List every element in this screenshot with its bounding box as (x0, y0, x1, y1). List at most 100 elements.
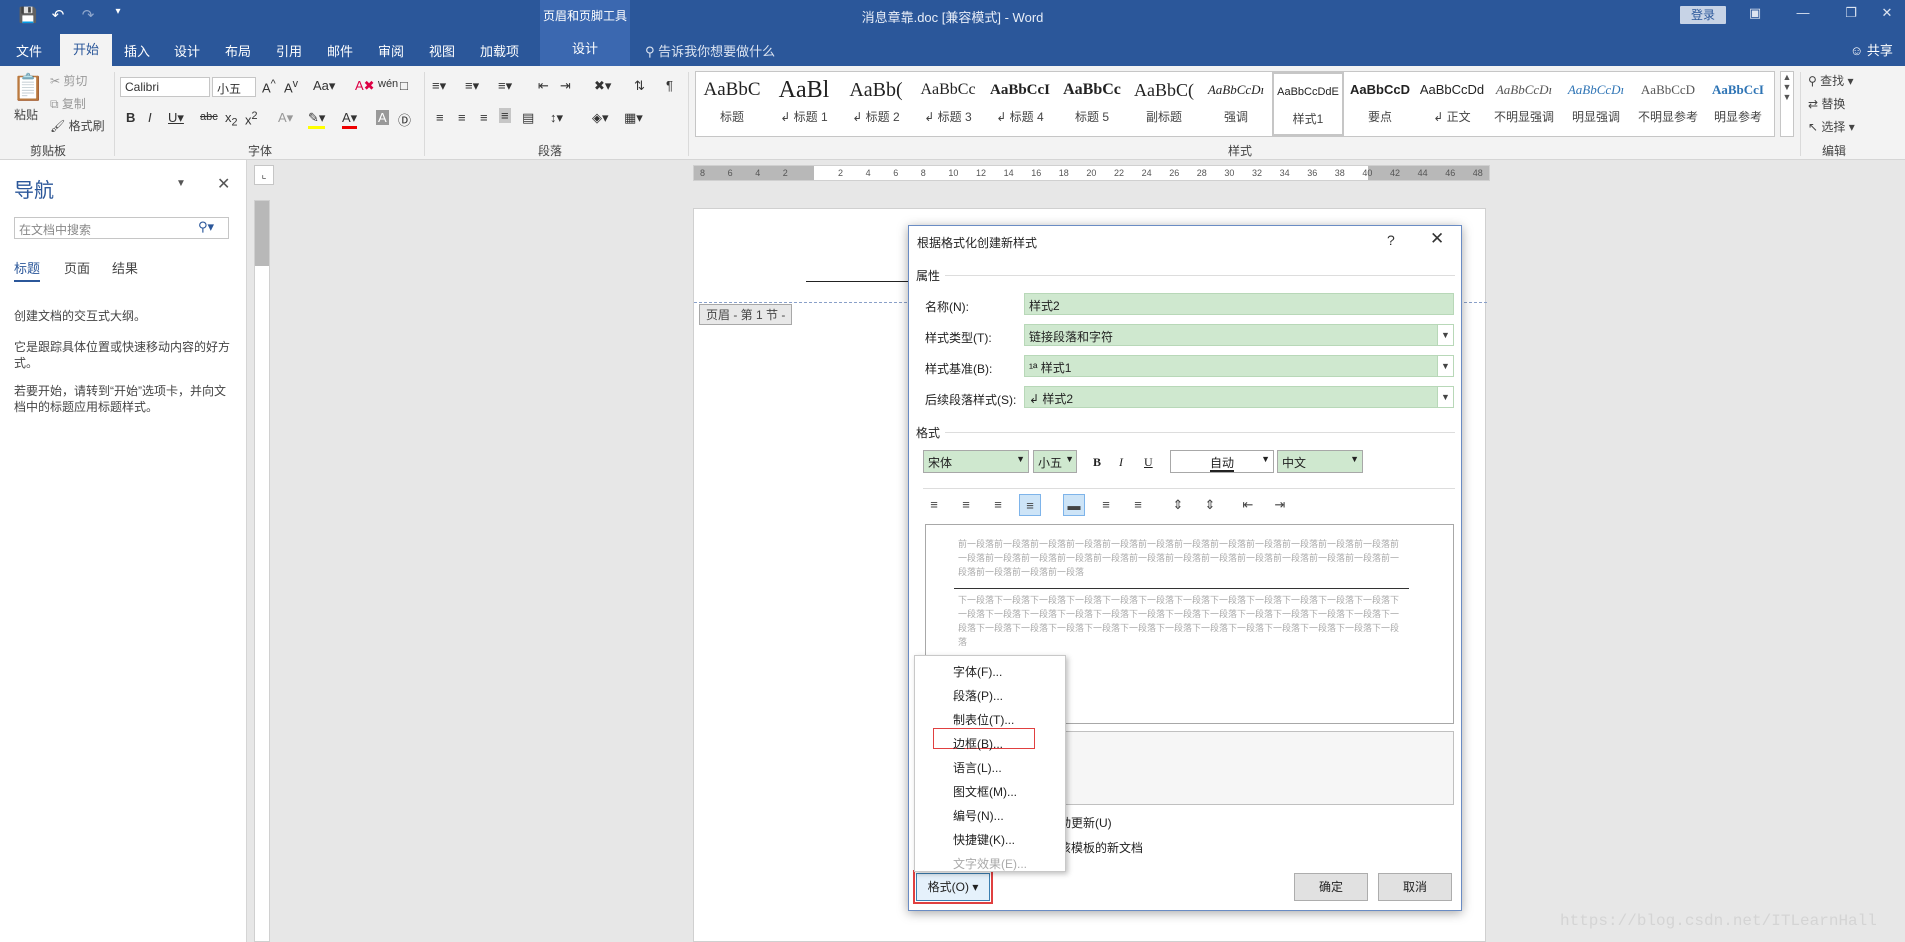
align-center-icon[interactable]: ≡ (458, 110, 466, 125)
font-size-select[interactable]: 小五 ▼ (1033, 450, 1077, 473)
menu-item-border[interactable]: 边框(B)... (953, 735, 1003, 752)
italic-icon[interactable]: I (148, 110, 152, 125)
superscript-icon[interactable]: x2 (245, 110, 258, 127)
borders-icon[interactable]: ▦▾ (624, 110, 643, 126)
menu-item-font[interactable]: 字体(F)... (953, 663, 1002, 680)
paste-label[interactable]: 粘贴 (14, 106, 38, 123)
increase-indent-icon[interactable]: ⇥ (560, 78, 571, 94)
italic-button[interactable]: I (1119, 455, 1123, 470)
style-item[interactable]: AaBbCc 标题 5 (1056, 72, 1128, 136)
tab-view[interactable]: 视图 (429, 41, 455, 60)
decrease-indent-icon[interactable]: ⇤ (1237, 494, 1259, 516)
chevron-down-icon[interactable]: ▼ (1437, 356, 1453, 376)
highlight-icon[interactable]: ✎▾ (308, 110, 326, 129)
tab-home[interactable]: 开始 (60, 34, 113, 66)
select-button[interactable]: ↖ 选择 ▾ (1808, 118, 1855, 135)
font-size-combo[interactable]: 小五 (212, 77, 256, 97)
justify-icon[interactable]: ≡ (499, 108, 511, 123)
ribbon-display-options-icon[interactable]: ▣ (1740, 5, 1770, 21)
clear-formatting-icon[interactable]: A✖ (355, 78, 375, 94)
decrease-spacing-icon[interactable]: ⇕ (1199, 494, 1221, 516)
style-type-select[interactable]: 链接段落和字符 ▼ (1024, 324, 1454, 346)
paste-icon[interactable]: 📋 (12, 72, 44, 103)
nav-search-input[interactable]: 在文档中搜索 (14, 217, 229, 239)
font-color-icon[interactable]: A▾ (342, 110, 358, 129)
tab-insert[interactable]: 插入 (124, 41, 150, 60)
nav-options-icon[interactable]: ▼ (176, 178, 186, 189)
cancel-button[interactable]: 取消 (1378, 873, 1452, 901)
close-icon[interactable]: ✕ (1430, 229, 1444, 249)
save-icon[interactable]: 💾 (18, 6, 38, 24)
show-marks-icon[interactable]: ¶ (666, 78, 673, 93)
align-center-icon[interactable]: ≡ (955, 494, 977, 516)
tab-layout[interactable]: 布局 (225, 41, 251, 60)
help-icon[interactable]: ? (1387, 232, 1395, 248)
ok-button[interactable]: 确定 (1294, 873, 1368, 901)
shrink-font-icon[interactable]: Av (284, 78, 298, 95)
justify-icon[interactable]: ≡ (1019, 494, 1041, 516)
chevron-down-icon[interactable]: ▼ (1437, 325, 1453, 345)
subscript-icon[interactable]: x2 (225, 110, 238, 129)
replace-button[interactable]: ⇄ 替换 (1808, 95, 1845, 112)
underline-button[interactable]: U (1144, 455, 1153, 470)
text-effects-icon[interactable]: A▾ (278, 110, 293, 126)
bullets-icon[interactable]: ≡▾ (432, 78, 446, 94)
one-half-spacing-icon[interactable]: ≡ (1095, 494, 1117, 516)
nav-tab-pages[interactable]: 页面 (64, 258, 90, 277)
styles-gallery-scroll[interactable]: ▲ ▼ ▼ (1780, 71, 1794, 137)
tab-references[interactable]: 引用 (276, 41, 302, 60)
cut-button[interactable]: ✂ 剪切 (50, 72, 87, 89)
line-spacing-icon[interactable]: ↕▾ (550, 110, 563, 126)
style-name-field[interactable]: 样式2 (1024, 293, 1454, 315)
style-item[interactable]: AaBbCcDı 明显强调 (1560, 72, 1632, 136)
tab-review[interactable]: 审阅 (378, 41, 404, 60)
style-item[interactable]: AaBbC(副标题 (1128, 72, 1200, 136)
copy-button[interactable]: ⧉ 复制 (50, 95, 86, 112)
menu-item-shortcut-key[interactable]: 快捷键(K)... (953, 831, 1015, 848)
tab-stop-selector[interactable]: ⌞ (254, 165, 274, 185)
shading-icon[interactable]: ◈▾ (592, 110, 609, 126)
tab-addins[interactable]: 加载项 (480, 41, 519, 60)
undo-icon[interactable]: ↶ (48, 6, 68, 24)
character-border-icon[interactable]: □ (400, 78, 408, 93)
minimize-icon[interactable]: — (1788, 5, 1818, 20)
strikethrough-icon[interactable]: abc (200, 111, 218, 123)
distributed-icon[interactable]: ▤ (522, 110, 534, 126)
bold-button[interactable]: B (1093, 455, 1101, 470)
multilevel-list-icon[interactable]: ≡▾ (498, 78, 512, 94)
close-window-icon[interactable]: ✕ (1872, 5, 1902, 21)
phonetic-guide-icon[interactable]: wén (378, 78, 398, 90)
font-name-combo[interactable]: Calibri (120, 77, 210, 97)
style-item[interactable]: AaBbCcI ↲ 标题 4 (984, 72, 1056, 136)
nav-close-icon[interactable]: ✕ (217, 174, 230, 194)
style-item[interactable]: AaBbCcD 要点 (1344, 72, 1416, 136)
style-item[interactable]: AaBbCcDı 不明显强调 (1488, 72, 1560, 136)
nav-tab-results[interactable]: 结果 (112, 258, 138, 277)
find-button[interactable]: ⚲ 查找 ▾ (1808, 72, 1854, 89)
style-item-selected[interactable]: AaBbCcDdE 样式1 (1272, 72, 1344, 136)
style-item[interactable]: AaBbCc ↲ 标题 3 (912, 72, 984, 136)
next-paragraph-select[interactable]: ↲ 样式2 ▼ (1024, 386, 1454, 408)
align-right-icon[interactable]: ≡ (987, 494, 1009, 516)
enclose-characters-icon[interactable]: Ⓓ (398, 110, 411, 129)
style-item[interactable]: AaBb(↲ 标题 2 (840, 72, 912, 136)
maximize-icon[interactable]: ❐ (1836, 5, 1866, 21)
decrease-indent-icon[interactable]: ⇤ (538, 78, 549, 94)
auto-update-label[interactable]: 动更新(U) (1059, 814, 1112, 831)
share-button[interactable]: ☺ 共享 (1850, 40, 1893, 59)
increase-spacing-before-icon[interactable]: ⇕ (1167, 494, 1189, 516)
format-menu-button[interactable]: 格式(O) ▾ (913, 870, 993, 904)
bold-icon[interactable]: B (126, 110, 135, 125)
menu-item-tabs[interactable]: 制表位(T)... (953, 711, 1014, 728)
chinese-layout-icon[interactable]: ✖▾ (594, 78, 611, 94)
search-icon[interactable]: ⚲▾ (198, 219, 214, 235)
style-item[interactable]: AaBbCcI 明显参考 (1702, 72, 1774, 136)
format-painter-button[interactable]: 🖌 格式刷 (50, 117, 105, 134)
redo-icon[interactable]: ↷ (78, 6, 98, 24)
grow-font-icon[interactable]: A^ (262, 78, 276, 95)
change-case-icon[interactable]: Aa▾ (313, 78, 335, 94)
menu-item-language[interactable]: 语言(L)... (953, 759, 1002, 776)
tell-me-search[interactable]: ⚲ 告诉我你想要做什么 (645, 41, 775, 60)
style-based-on-select[interactable]: ¹ª 样式1 ▼ (1024, 355, 1454, 377)
increase-indent-icon[interactable]: ⇥ (1269, 494, 1291, 516)
